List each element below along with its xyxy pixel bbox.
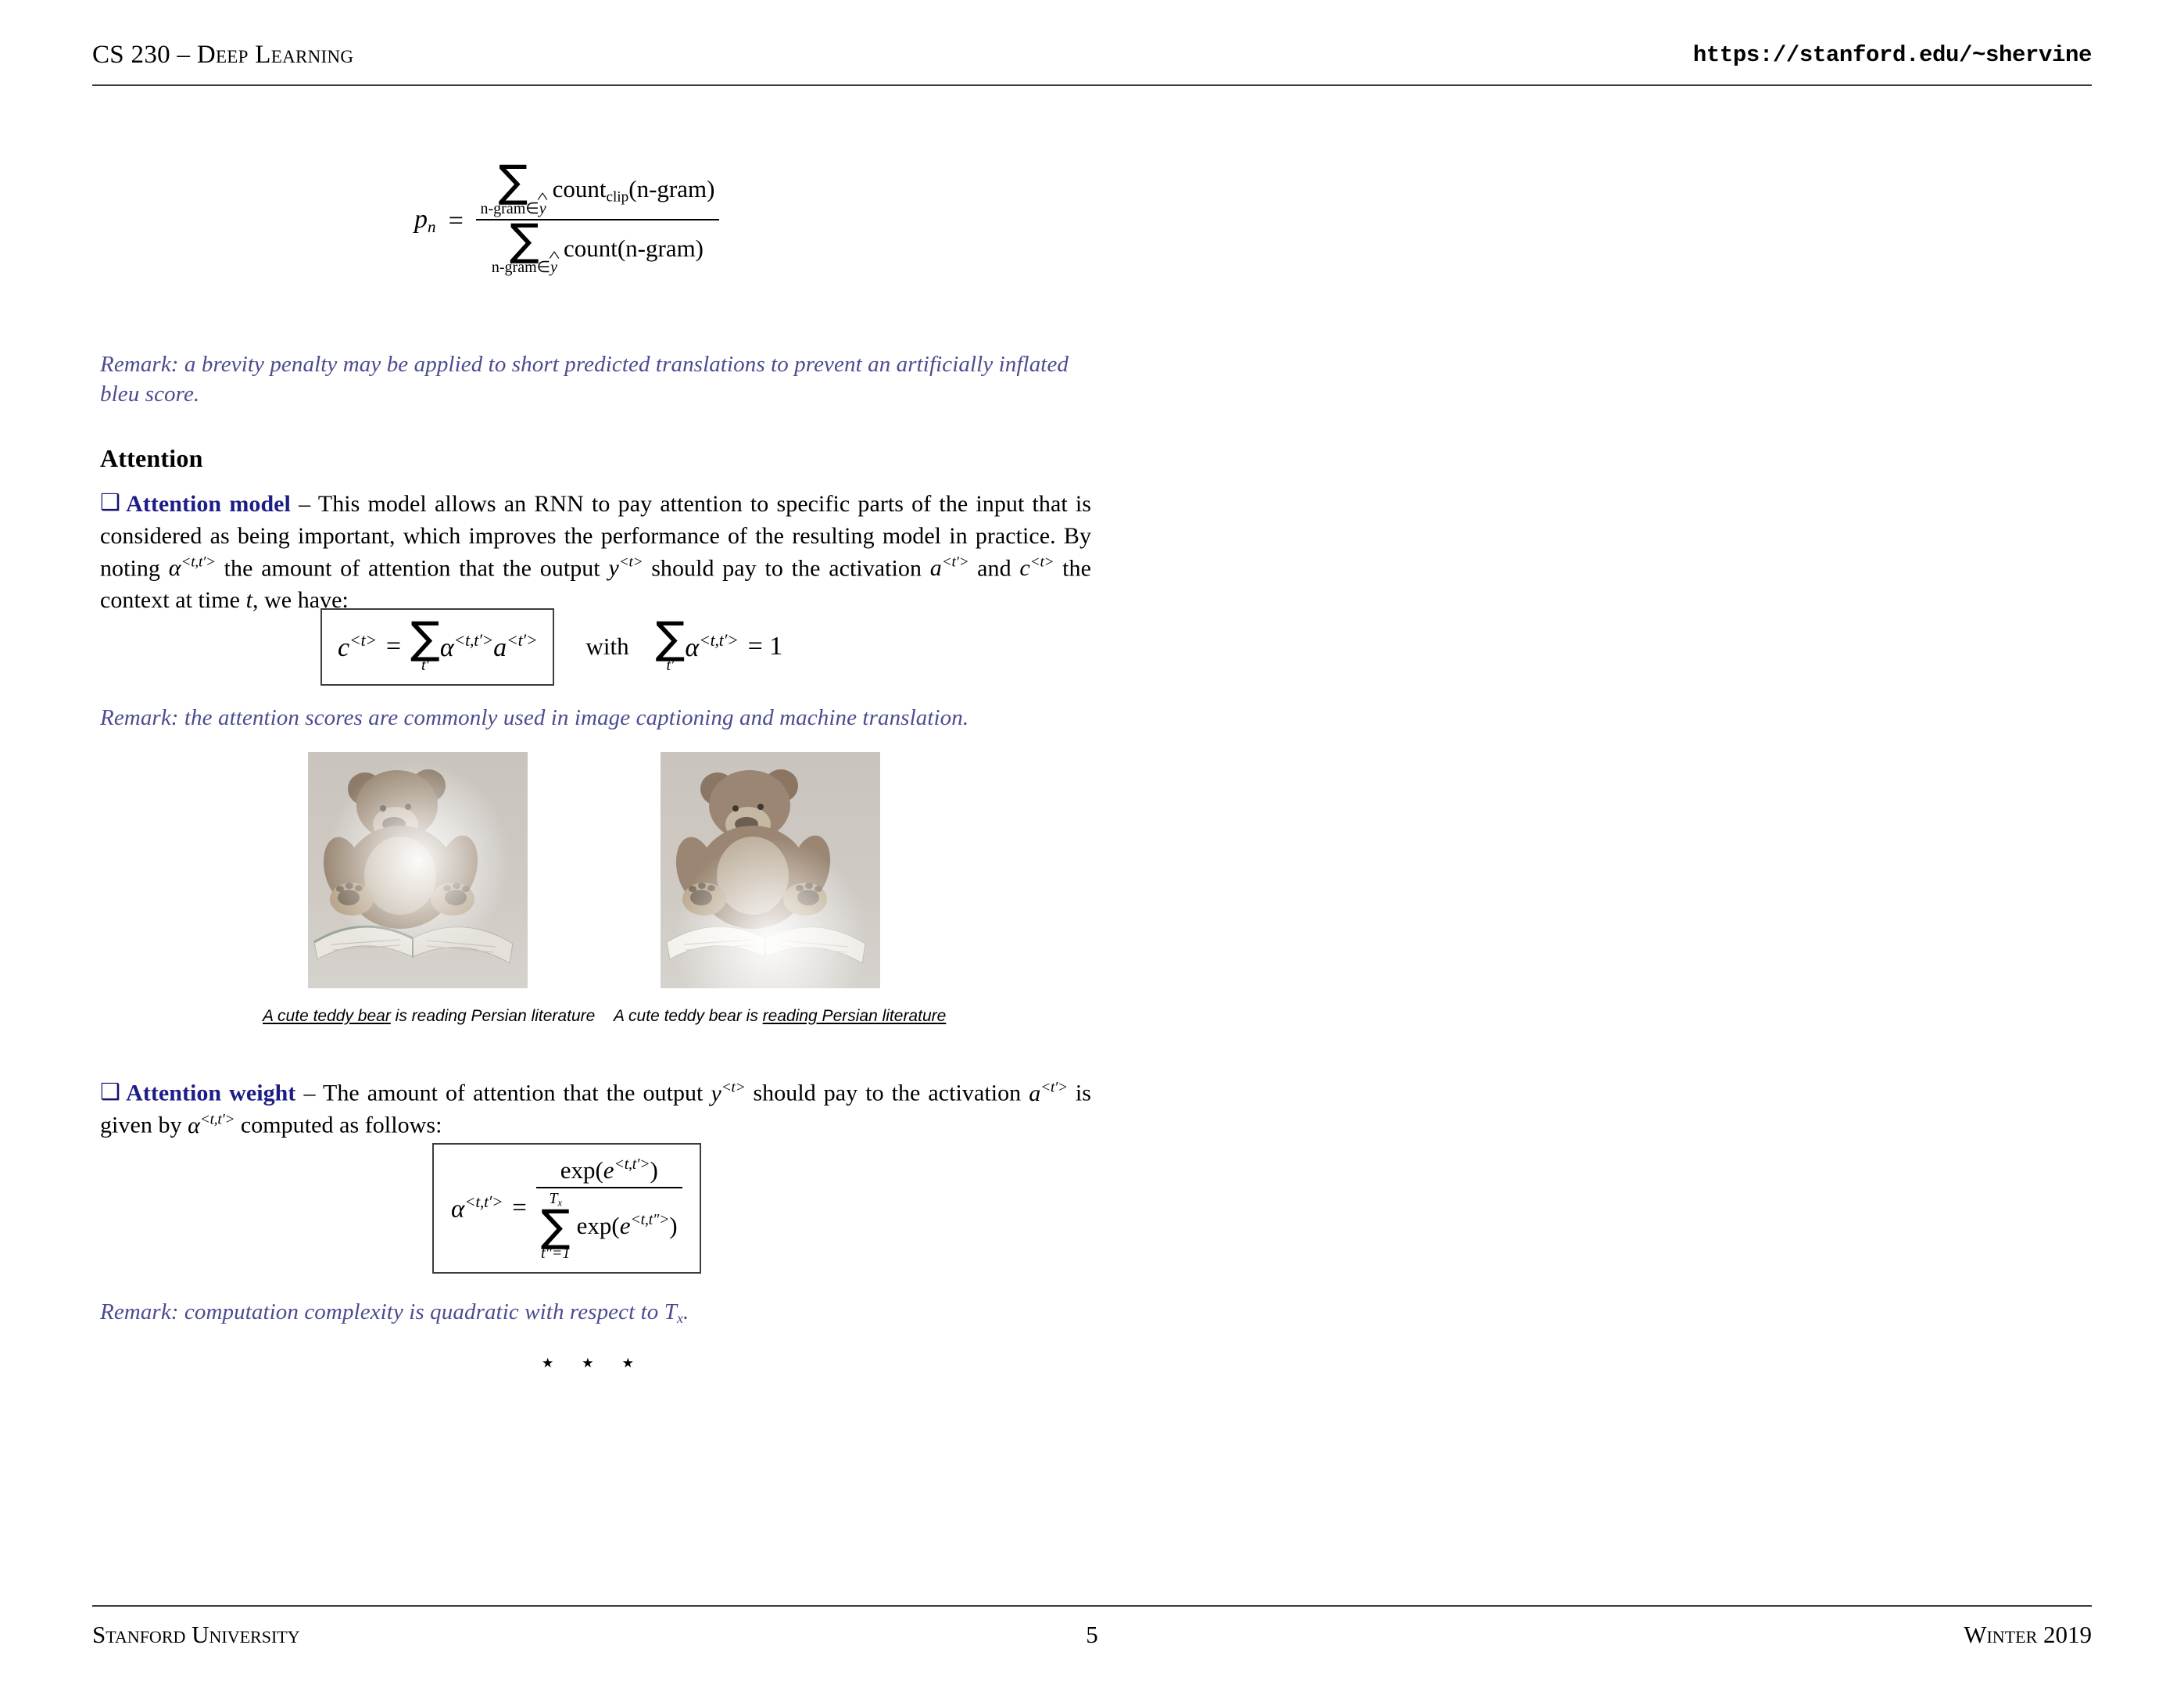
bleu-numerator: ∑ n-gram∈y countclip(n-gram)	[476, 156, 720, 217]
denominator-sum-limit: n-gram∈y	[492, 260, 557, 275]
star-icon: ⋆	[619, 1349, 660, 1378]
numerator-summation: ∑ n-gram∈y	[481, 156, 546, 217]
figure-teddy-bear-attention-on-book	[661, 752, 880, 988]
footer-term: Winter 2019	[1964, 1621, 2092, 1648]
constraint-equals-one: = 1	[747, 632, 783, 661]
star-icon: ⋆	[579, 1349, 620, 1378]
caption-right-underlined: reading Persian literature	[762, 1007, 947, 1025]
caption-left-plain: is reading Persian literature	[390, 1007, 596, 1025]
context-formula-box: c<t> = ∑ t′ α<t,t′> a<t′>	[320, 608, 555, 686]
sigma-glyph: ∑	[510, 214, 539, 266]
sum-lower-limit: t″=1	[541, 1244, 571, 1262]
term-attention-model: Attention model	[126, 491, 291, 517]
y-symbol: y<t>	[608, 554, 643, 582]
teddy-bear-image-left	[308, 752, 528, 988]
caption-right-plain: A cute teddy bear is	[614, 1007, 763, 1025]
numerator-sum-limit: n-gram∈y	[481, 201, 546, 217]
alpha-symbol: α<t,t′>	[188, 1111, 235, 1138]
bleu-denominator: ∑ n-gram∈y count(n-gram)	[476, 214, 720, 275]
remark-complexity: Remark: computation complexity is quadra…	[100, 1298, 1116, 1328]
attention-weight-text-4: computed as follows:	[235, 1112, 442, 1138]
dash: –	[295, 1080, 323, 1106]
term-attention-weight: Attention weight	[126, 1080, 296, 1106]
header-rule	[92, 84, 2092, 86]
context-equals: =	[385, 632, 402, 661]
weight-numerator: exp(e<t,t′>)	[536, 1156, 682, 1184]
weight-denominator: Tx ∑ t″=1 exp(e<t,t″>)	[536, 1191, 682, 1261]
weight-alpha: α<t,t′>	[451, 1192, 503, 1224]
bleu-precision-formula: pn = ∑ n-gram∈y countclip(n-gram) ∑ n-gr…	[414, 156, 720, 275]
numerator-exp: exp(e<t,t′>)	[560, 1156, 658, 1184]
denominator-exp: exp(e<t,t″>)	[576, 1211, 678, 1240]
dash: –	[290, 491, 318, 517]
page-header: CS 230 – Deep Learning https://stanford.…	[92, 41, 2092, 86]
footer-institution: Stanford University	[92, 1621, 300, 1648]
bleu-fraction: ∑ n-gram∈y countclip(n-gram) ∑ n-gram∈y …	[475, 156, 720, 275]
context-sum-index: t′	[421, 656, 429, 674]
footer-page-number: 5	[1086, 1621, 1098, 1648]
constraint-sum-index: t′	[666, 656, 675, 674]
section-heading-attention: Attention	[100, 444, 203, 472]
paragraph-attention-model: ❑ Attention model – This model allows an …	[100, 489, 1091, 617]
sigma-glyph: ∑	[540, 1200, 571, 1252]
attention-model-text-4: and	[968, 555, 1020, 582]
bleu-lhs: pn	[414, 205, 436, 237]
attention-model-text-2: the amount of attention that the output	[215, 555, 609, 582]
header-url[interactable]: https://stanford.edu/~shervine	[1693, 42, 2092, 68]
t-symbol: t	[245, 586, 252, 613]
footer-rule	[92, 1605, 2092, 1607]
context-a: a<t′>	[493, 630, 538, 662]
header-course-title: CS 230 – Deep Learning	[92, 41, 354, 69]
weight-equals: =	[512, 1193, 527, 1222]
paragraph-attention-weight: ❑ Attention weight – The amount of attent…	[100, 1077, 1091, 1142]
sigma-glyph: ∑	[410, 613, 440, 664]
remark-brevity-penalty: Remark: a brevity penalty may be applied…	[100, 352, 1069, 407]
caption-left: A cute teddy bear is reading Persian lit…	[263, 1007, 595, 1026]
numerator-count-clip: countclip(n-gram)	[552, 174, 715, 206]
attention-weight-formula-row: α<t,t′> = exp(e<t,t′>) Tx ∑ t″=1 exp(e<t…	[432, 1143, 701, 1274]
section-separator-stars: ⋆⋆⋆	[539, 1347, 660, 1378]
attention-weight-text-2: should pay to the activation	[745, 1080, 1029, 1106]
square-bullet-icon: ❑	[100, 490, 121, 515]
remark-complexity-prefix: Remark: computation complexity is quadra…	[100, 1299, 664, 1324]
a-symbol: a<t′>	[929, 554, 969, 582]
sigma-glyph: ∑	[498, 156, 528, 207]
with-label: with	[585, 633, 629, 661]
bleu-equals: =	[446, 206, 465, 235]
context-summation: ∑ t′	[410, 613, 440, 674]
y-symbol: y<t>	[711, 1079, 746, 1106]
weight-fraction: exp(e<t,t′>) Tx ∑ t″=1 exp(e<t,t″>)	[535, 1156, 682, 1261]
sigma-glyph: ∑	[655, 613, 686, 664]
context-alpha: α<t,t′>	[439, 630, 494, 662]
figure-teddy-bear-attention-on-bear	[308, 752, 528, 988]
fraction-bar	[535, 1186, 682, 1188]
page-footer: Stanford University 5 Winter 2019	[92, 1605, 2092, 1652]
caption-right: A cute teddy bear is reading Persian lit…	[614, 1007, 946, 1026]
context-c: c<t>	[338, 630, 377, 662]
square-bullet-icon: ❑	[100, 1079, 121, 1105]
a-symbol: a<t′>	[1029, 1079, 1068, 1106]
Tx-symbol: Tx	[664, 1299, 684, 1327]
constraint-summation: ∑ t′	[655, 613, 686, 674]
constraint-alpha: α<t,t′>	[685, 630, 739, 662]
c-symbol: c<t>	[1019, 554, 1054, 582]
remark-attention-scores: Remark: the attention scores are commonl…	[100, 705, 969, 730]
remark-complexity-suffix: .	[683, 1299, 689, 1324]
attention-model-text-3: should pay to the activation	[643, 555, 930, 582]
alpha-symbol: α<t,t′>	[168, 554, 216, 582]
teddy-bear-image-right	[661, 752, 880, 988]
denominator-count: count(n-gram)	[563, 235, 704, 263]
weight-summation: Tx ∑ t″=1	[541, 1191, 571, 1261]
attention-weight-text-1: The amount of attention that the output	[322, 1080, 711, 1106]
context-formula-row: c<t> = ∑ t′ α<t,t′> a<t′> with ∑ t′ α<t,…	[320, 608, 782, 686]
star-icon: ⋆	[539, 1349, 580, 1378]
attention-weight-formula-box: α<t,t′> = exp(e<t,t′>) Tx ∑ t″=1 exp(e<t…	[432, 1143, 701, 1274]
denominator-summation: ∑ n-gram∈y	[492, 214, 557, 275]
document-page: CS 230 – Deep Learning https://stanford.…	[0, 0, 2184, 1688]
caption-left-underlined: A cute teddy bear	[263, 1007, 391, 1025]
